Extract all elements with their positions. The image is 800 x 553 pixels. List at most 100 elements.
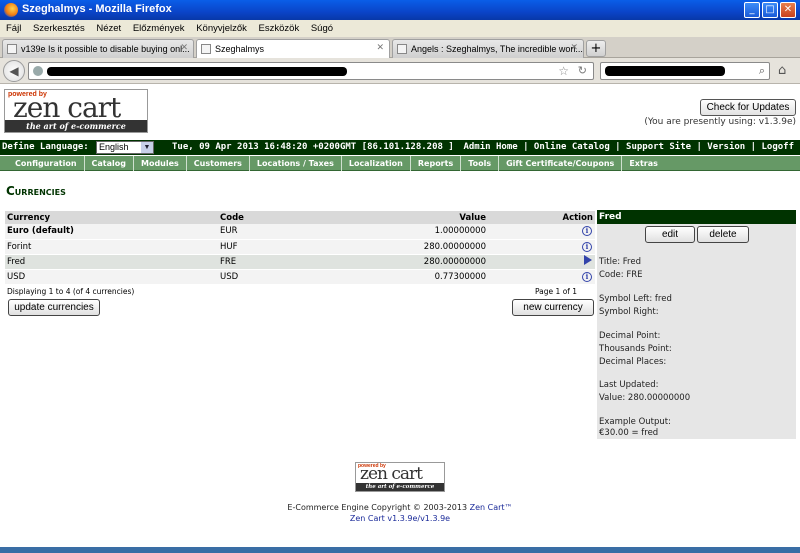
- tab-close-icon[interactable]: ✕: [180, 43, 188, 53]
- info-example-value: €30.00 = fred: [599, 428, 659, 438]
- info-icon[interactable]: i: [582, 241, 592, 252]
- tab-v139e[interactable]: v139e Is it possible to disable buying o…: [2, 39, 194, 58]
- language-value: English: [99, 142, 129, 152]
- zencart-link[interactable]: Zen Cart™: [470, 503, 513, 512]
- copyright-footer: E-Commerce Engine Copyright © 2003-2013 …: [0, 502, 800, 524]
- info-code: Code: FRE: [599, 270, 643, 280]
- info-symbol-right: Symbol Right:: [599, 307, 659, 317]
- cell-value: 0.77300000: [358, 269, 488, 285]
- info-icon[interactable]: i: [582, 226, 592, 237]
- menu-gift-certificates[interactable]: Gift Certificate/Coupons: [499, 156, 623, 171]
- table-row[interactable]: USD USD 0.77300000 i: [5, 269, 595, 285]
- menu-history[interactable]: Előzmények: [133, 23, 185, 34]
- zencart-logo[interactable]: powered by zen cart the art of e-commerc…: [4, 89, 148, 133]
- navigation-bar: ◀ ☆ ↻ ⌕ ⌂: [0, 58, 800, 84]
- menu-catalog[interactable]: Catalog: [85, 156, 134, 171]
- logo-tagline: the art of e-commerce: [5, 120, 147, 132]
- info-symbol-left: Symbol Left: fred: [599, 294, 672, 304]
- tab-label: v139e Is it possible to disable buying o…: [21, 44, 190, 54]
- search-icon[interactable]: ⌕: [759, 64, 765, 78]
- cell-action: [488, 254, 595, 270]
- firefox-icon: [4, 3, 18, 17]
- page-title: Currencies: [6, 184, 66, 198]
- tab-favicon-icon: [7, 44, 17, 54]
- cell-value: 1.00000000: [358, 224, 488, 240]
- table-row[interactable]: Euro (default) EUR 1.00000000 i: [5, 224, 595, 240]
- menu-modules[interactable]: Modules: [134, 156, 187, 171]
- cell-code: USD: [218, 269, 358, 285]
- table-row-selected[interactable]: Fred FRE 280.00000000: [5, 254, 595, 270]
- menu-view[interactable]: Nézet: [96, 23, 121, 34]
- edit-button[interactable]: edit: [645, 226, 695, 243]
- cell-value: 280.00000000: [358, 254, 488, 270]
- col-value: Value: [358, 211, 488, 224]
- update-currencies-button[interactable]: update currencies: [8, 299, 100, 316]
- menu-locations-taxes[interactable]: Locations / Taxes: [250, 156, 342, 171]
- maximize-icon[interactable]: □: [762, 2, 778, 18]
- tab-label: Szeghalmys: [215, 44, 265, 54]
- copyright-text: E-Commerce Engine Copyright © 2003-2013: [287, 503, 470, 512]
- bookmark-star-icon[interactable]: ☆: [558, 64, 569, 78]
- menu-localization[interactable]: Localization: [342, 156, 411, 171]
- delete-button[interactable]: delete: [697, 226, 749, 243]
- tab-favicon-icon: [201, 44, 211, 54]
- footer-zencart-logo[interactable]: powered by zen cart the art of e-commerc…: [355, 462, 445, 492]
- search-input[interactable]: ⌕: [600, 62, 770, 80]
- window-title-bar: Szeghalmys - Mozilla Firefox _ □ ✕: [0, 0, 800, 20]
- tab-angels[interactable]: Angels : Szeghalmys, The incredible worl…: [392, 39, 584, 58]
- back-button[interactable]: ◀: [3, 60, 25, 82]
- menu-edit[interactable]: Szerkesztés: [33, 23, 85, 34]
- new-tab-button[interactable]: +: [586, 40, 606, 57]
- tab-szeghalmys[interactable]: Szeghalmys ✕: [196, 39, 390, 59]
- info-title: Title: Fred: [599, 257, 641, 267]
- language-select[interactable]: English ▼: [96, 141, 154, 154]
- menu-extras[interactable]: Extras: [622, 156, 665, 171]
- home-icon[interactable]: ⌂: [778, 63, 786, 78]
- chevron-down-icon: ▼: [141, 142, 153, 153]
- menu-help[interactable]: Súgó: [311, 23, 333, 34]
- menu-tools[interactable]: Tools: [461, 156, 500, 171]
- selected-arrow-icon: [584, 255, 592, 265]
- tab-close-icon[interactable]: ✕: [570, 43, 578, 53]
- menu-reports[interactable]: Reports: [411, 156, 462, 171]
- cell-currency: Forint: [5, 239, 218, 255]
- tab-label: Angels : Szeghalmys, The incredible worl…: [411, 44, 583, 54]
- menu-configuration[interactable]: Configuration: [0, 156, 85, 171]
- table-header-row: Currency Code Value Action: [5, 211, 595, 224]
- cell-currency: Euro (default): [5, 224, 218, 240]
- info-value: Value: 280.00000000: [599, 393, 691, 403]
- menu-tools[interactable]: Eszközök: [259, 23, 300, 34]
- info-example-output: Example Output:: [599, 417, 671, 427]
- cell-action: i: [488, 239, 595, 255]
- reload-icon[interactable]: ↻: [578, 64, 587, 77]
- currencies-table: Currency Code Value Action Euro (default…: [5, 211, 595, 285]
- info-thousands-point: Thousands Point:: [599, 344, 672, 354]
- menu-bookmarks[interactable]: Könyvjelzők: [196, 23, 247, 34]
- redacted-search: [605, 66, 725, 76]
- info-last-updated: Last Updated:: [599, 380, 659, 390]
- site-identity-icon[interactable]: [33, 66, 43, 76]
- table-row[interactable]: Forint HUF 280.00000000 i: [5, 239, 595, 255]
- info-icon[interactable]: i: [582, 271, 592, 282]
- check-for-updates-button[interactable]: Check for Updates: [700, 99, 796, 116]
- col-action: Action: [488, 211, 595, 224]
- logo-wordmark: zen cart: [13, 91, 121, 124]
- tab-close-icon[interactable]: ✕: [376, 43, 384, 53]
- cell-value: 280.00000000: [358, 239, 488, 255]
- cell-code: FRE: [218, 254, 358, 270]
- col-currency: Currency: [5, 211, 218, 224]
- menu-customers[interactable]: Customers: [187, 156, 250, 171]
- new-currency-button[interactable]: new currency: [512, 299, 594, 316]
- info-decimal-point: Decimal Point:: [599, 331, 661, 341]
- col-code: Code: [218, 211, 358, 224]
- zencart-version-link[interactable]: Zen Cart v1.3.9e/v1.3.9e: [350, 514, 450, 523]
- taskbar-strip: [0, 547, 800, 553]
- admin-top-links[interactable]: Admin Home | Online Catalog | Support Si…: [463, 140, 794, 155]
- cell-currency: Fred: [5, 254, 218, 270]
- tab-bar: v139e Is it possible to disable buying o…: [0, 37, 800, 59]
- url-field[interactable]: ☆ ↻: [28, 62, 594, 80]
- define-language-label: Define Language:: [2, 142, 89, 152]
- close-icon[interactable]: ✕: [780, 2, 796, 18]
- minimize-icon[interactable]: _: [744, 2, 760, 18]
- menu-file[interactable]: Fájl: [6, 23, 21, 34]
